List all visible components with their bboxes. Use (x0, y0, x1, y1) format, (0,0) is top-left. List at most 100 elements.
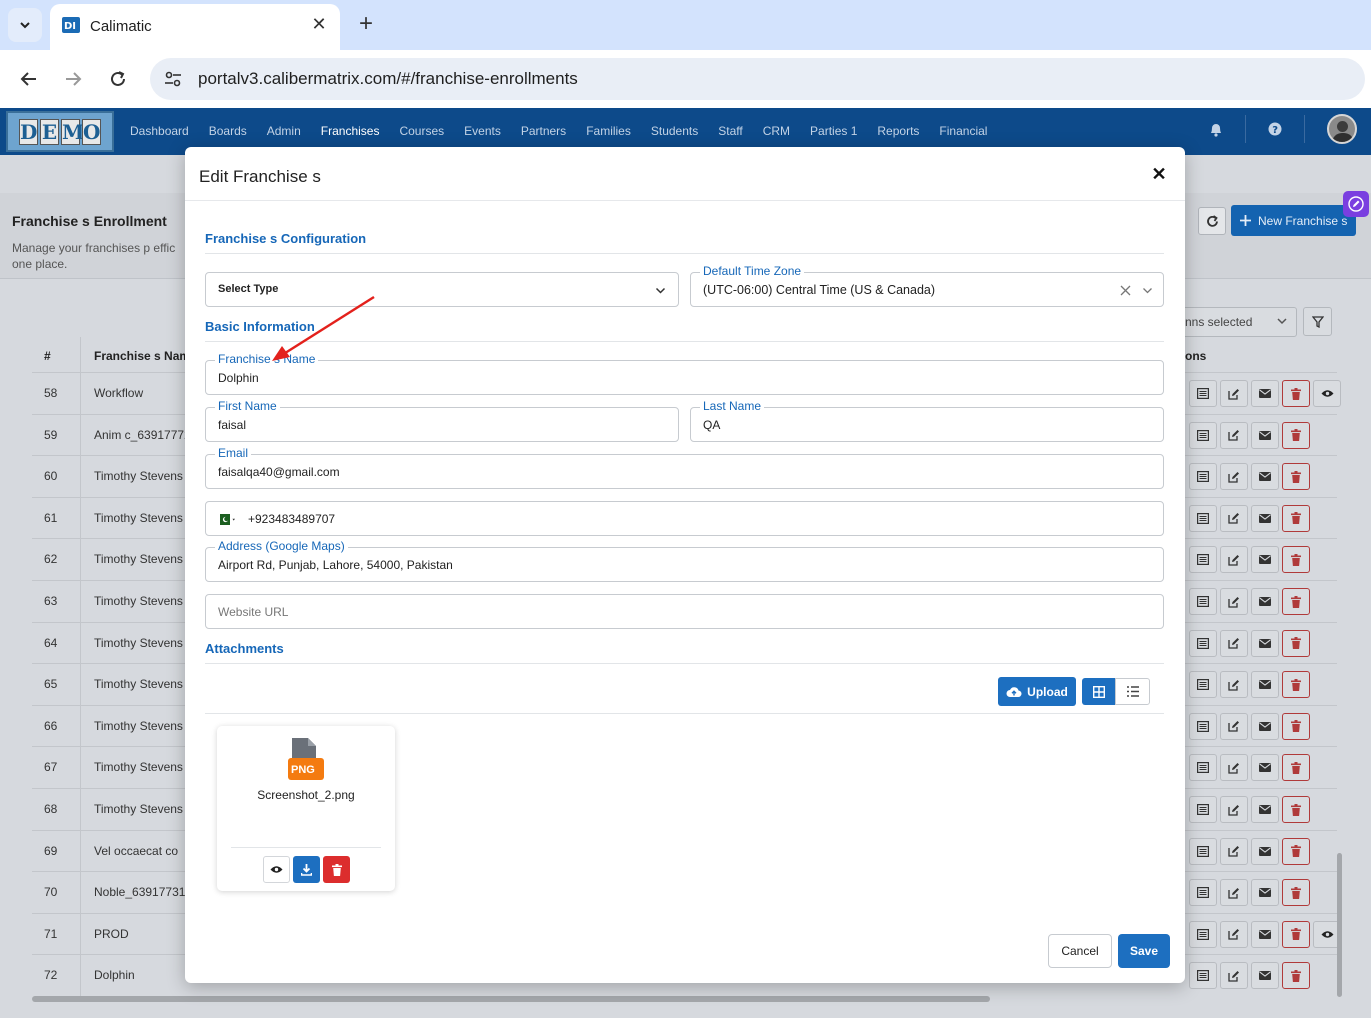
filter-button[interactable] (1303, 307, 1332, 336)
view-button[interactable] (1313, 380, 1341, 407)
column-header-name[interactable]: Franchise s Nam (94, 349, 190, 363)
email-button[interactable] (1251, 879, 1279, 907)
browser-tab[interactable]: DI Calimatic ✕ (50, 4, 340, 50)
nav-crm[interactable]: CRM (763, 124, 790, 138)
edit-button[interactable] (1220, 504, 1248, 532)
email-button[interactable] (1251, 546, 1279, 574)
email-button[interactable] (1251, 588, 1279, 615)
list-view-button[interactable] (1115, 678, 1150, 705)
nav-partners[interactable]: Partners (521, 124, 566, 138)
email-button[interactable] (1251, 962, 1279, 990)
delete-button[interactable] (1282, 879, 1310, 907)
phone-field[interactable]: +923483489707 (205, 501, 1164, 536)
email-button[interactable] (1251, 754, 1279, 782)
email-button[interactable] (1251, 629, 1279, 657)
edit-button[interactable] (1220, 754, 1248, 782)
edit-button[interactable] (1220, 920, 1248, 948)
delete-button[interactable] (1282, 588, 1310, 615)
email-button[interactable] (1251, 504, 1279, 532)
site-info-icon[interactable] (160, 66, 186, 92)
reload-button[interactable] (103, 64, 133, 94)
notes-button[interactable] (1189, 712, 1217, 740)
nav-parties[interactable]: Parties 1 (810, 124, 857, 138)
preview-attachment-button[interactable] (263, 856, 290, 883)
email-button[interactable] (1251, 712, 1279, 740)
delete-button[interactable] (1282, 920, 1310, 948)
pakistan-flag-icon[interactable] (216, 514, 236, 525)
edit-button[interactable] (1220, 712, 1248, 740)
edit-button[interactable] (1220, 837, 1248, 865)
back-button[interactable] (14, 64, 44, 94)
delete-button[interactable] (1282, 546, 1310, 574)
email-button[interactable] (1251, 920, 1279, 948)
forward-button[interactable] (58, 64, 88, 94)
close-icon[interactable]: ✕ (1149, 164, 1169, 184)
delete-button[interactable] (1282, 796, 1310, 823)
notes-button[interactable] (1189, 380, 1217, 407)
notes-button[interactable] (1189, 920, 1217, 948)
nav-reports[interactable]: Reports (877, 124, 919, 138)
delete-button[interactable] (1282, 463, 1310, 491)
nav-admin[interactable]: Admin (267, 124, 301, 138)
notes-button[interactable] (1189, 546, 1217, 574)
nav-franchises[interactable]: Franchises (321, 124, 380, 138)
notes-button[interactable] (1189, 962, 1217, 990)
edit-button[interactable] (1220, 629, 1248, 657)
refresh-button[interactable] (1198, 207, 1226, 235)
vertical-scrollbar[interactable] (1337, 853, 1342, 997)
delete-button[interactable] (1282, 671, 1310, 699)
edit-button[interactable] (1220, 380, 1248, 407)
delete-button[interactable] (1282, 837, 1310, 865)
delete-button[interactable] (1282, 754, 1310, 782)
edit-button[interactable] (1220, 546, 1248, 574)
delete-button[interactable] (1282, 629, 1310, 657)
save-button[interactable]: Save (1118, 934, 1170, 968)
edit-button[interactable] (1220, 671, 1248, 699)
nav-boards[interactable]: Boards (209, 124, 247, 138)
notes-button[interactable] (1189, 879, 1217, 907)
user-avatar[interactable] (1327, 114, 1357, 144)
delete-button[interactable] (1282, 504, 1310, 532)
new-tab-button[interactable]: + (352, 10, 380, 38)
edit-button[interactable] (1220, 463, 1248, 491)
notes-button[interactable] (1189, 463, 1217, 491)
notes-button[interactable] (1189, 796, 1217, 823)
edit-button[interactable] (1220, 879, 1248, 907)
notes-button[interactable] (1189, 837, 1217, 865)
bell-icon[interactable] (1209, 122, 1223, 137)
tab-list-button[interactable] (8, 8, 42, 42)
close-tab-icon[interactable]: ✕ (308, 13, 330, 35)
email-button[interactable] (1251, 796, 1279, 823)
timezone-select[interactable]: Default Time Zone (UTC-06:00) Central Ti… (690, 264, 1164, 307)
notes-button[interactable] (1189, 629, 1217, 657)
nav-students[interactable]: Students (651, 124, 698, 138)
website-url-field[interactable]: Website URL (205, 594, 1164, 629)
cancel-button[interactable]: Cancel (1048, 934, 1112, 968)
help-icon[interactable]: ? (1268, 122, 1282, 136)
email-button[interactable] (1251, 463, 1279, 491)
email-button[interactable] (1251, 837, 1279, 865)
delete-button[interactable] (1282, 380, 1310, 407)
delete-attachment-button[interactable] (323, 856, 350, 883)
demo-logo[interactable]: D E M O (6, 111, 114, 152)
email-button[interactable] (1251, 380, 1279, 407)
new-franchise-button[interactable]: New Franchise s (1231, 205, 1356, 236)
delete-button[interactable] (1282, 962, 1310, 990)
email-field[interactable]: Email faisalqa40@gmail.com (205, 446, 1164, 489)
grid-view-button[interactable] (1082, 678, 1115, 705)
edit-button[interactable] (1220, 796, 1248, 823)
last-name-field[interactable]: Last Name QA (690, 399, 1164, 442)
nav-events[interactable]: Events (464, 124, 501, 138)
notes-button[interactable] (1189, 754, 1217, 782)
notes-button[interactable] (1189, 588, 1217, 615)
download-attachment-button[interactable] (293, 856, 320, 883)
nav-financial[interactable]: Financial (939, 124, 987, 138)
floating-edit-button[interactable] (1343, 191, 1369, 217)
notes-button[interactable] (1189, 671, 1217, 699)
nav-staff[interactable]: Staff (718, 124, 742, 138)
edit-button[interactable] (1220, 421, 1248, 449)
nav-courses[interactable]: Courses (399, 124, 444, 138)
clear-icon[interactable] (1120, 285, 1131, 296)
columns-select[interactable]: nns selected (1180, 307, 1297, 337)
franchise-name-field[interactable]: Franchise s Name Dolphin (205, 352, 1164, 395)
